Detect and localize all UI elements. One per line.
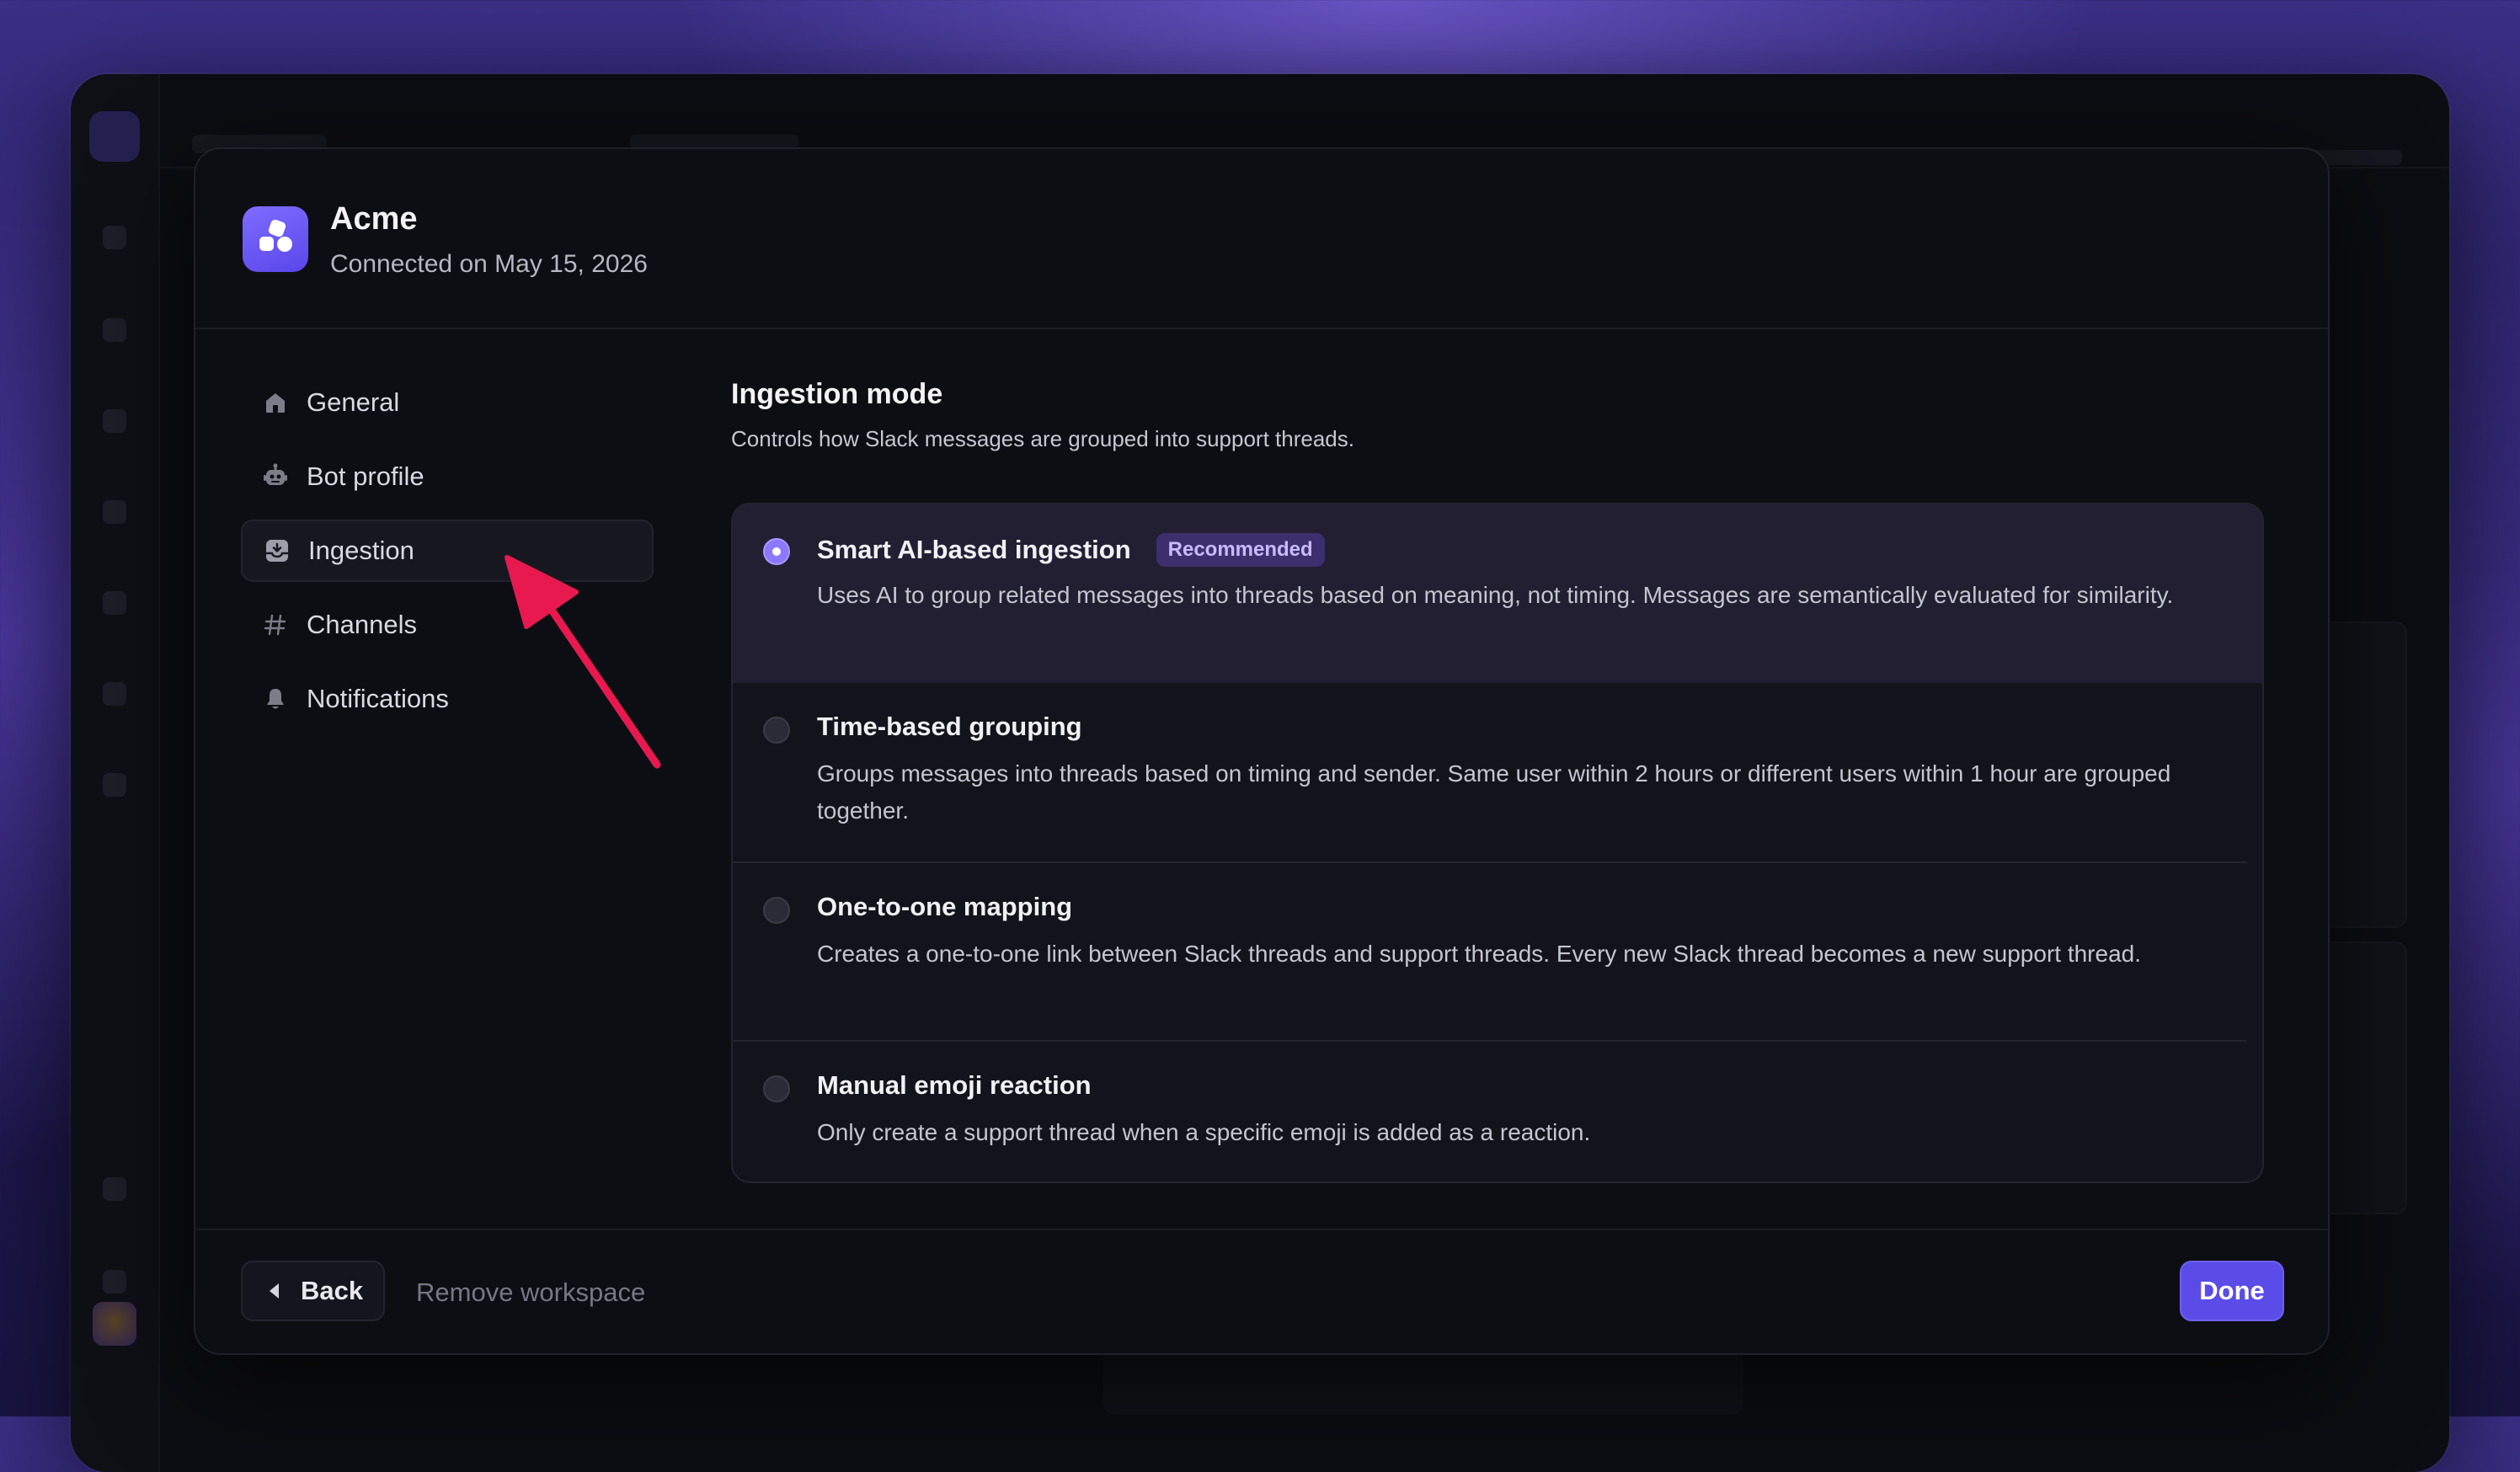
section-title: Ingestion mode [731,378,943,410]
ingestion-mode-options: Smart AI-based ingestion Recommended Uses… [731,503,2264,1183]
recommended-badge: Recommended [1156,533,1325,567]
bot-icon [261,462,290,491]
workspace-connected-date: Connected on May 15, 2026 [330,250,648,278]
background-nav-icon [103,1270,126,1293]
background-nav-icon [103,500,126,524]
option-description: Only create a support thread when a spec… [817,1119,1591,1145]
option-title: One-to-one mapping [817,892,1073,921]
back-button-label: Back [301,1276,364,1305]
radio-button[interactable] [763,897,790,924]
nav-item-label: Channels [307,610,417,639]
inbox-icon [263,536,291,565]
hash-icon [261,611,290,639]
background-nav-icon [103,682,126,706]
nav-item-label: General [307,387,400,417]
background-sidebar [71,74,160,1472]
workspace-logo-icon [259,219,292,252]
option-time-based[interactable]: Time-based grouping Groups messages into… [733,683,2262,861]
nav-item-general[interactable]: General [241,371,654,434]
section-description: Controls how Slack messages are grouped … [731,426,1354,451]
done-button[interactable]: Done [2180,1261,2284,1321]
chevron-left-icon [270,1283,279,1299]
option-one-to-one[interactable]: One-to-one mapping Creates a one-to-one … [733,863,2262,1042]
modal-footer: Back Remove workspace Done [195,1229,2328,1353]
background-avatar [93,1302,136,1346]
background-app-logo [89,111,140,162]
remove-workspace-button[interactable]: Remove workspace [416,1277,645,1308]
background-nav-icon [103,226,126,249]
background-bottom-bar [1103,1347,1743,1415]
nav-item-label: Ingestion [308,536,414,565]
nav-item-label: Notifications [307,684,449,713]
background-nav-icon [103,318,126,342]
background-nav-icon [103,591,126,615]
option-title: Time-based grouping [817,712,1082,741]
home-icon [261,388,290,417]
background-nav-icon [103,1177,126,1201]
option-manual-emoji[interactable]: Manual emoji reaction Only create a supp… [733,1042,2262,1181]
background-nav-icon [103,409,126,433]
option-title: Smart AI-based ingestion Recommended [817,533,1325,567]
workspace-name: Acme [330,201,418,237]
radio-button[interactable] [763,717,790,744]
modal-header: Acme Connected on May 15, 2026 [195,149,2328,329]
nav-item-label: Bot profile [307,461,424,491]
option-smart-ai[interactable]: Smart AI-based ingestion Recommended Uses… [733,504,2262,683]
radio-button[interactable] [763,538,790,565]
option-title-text: Smart AI-based ingestion [817,535,1131,564]
annotation-arrow-icon [505,555,661,769]
background-nav-icon [103,773,126,797]
option-description: Uses AI to group related messages into t… [817,582,2174,608]
option-description: Creates a one-to-one link between Slack … [817,941,2142,967]
option-title: Manual emoji reaction [817,1070,1092,1100]
option-description: Groups messages into threads based on ti… [817,760,2171,824]
nav-item-bot-profile[interactable]: Bot profile [241,445,654,508]
workspace-logo [243,206,308,272]
back-button[interactable]: Back [241,1261,386,1321]
radio-button[interactable] [763,1075,790,1102]
bell-icon [261,685,290,713]
